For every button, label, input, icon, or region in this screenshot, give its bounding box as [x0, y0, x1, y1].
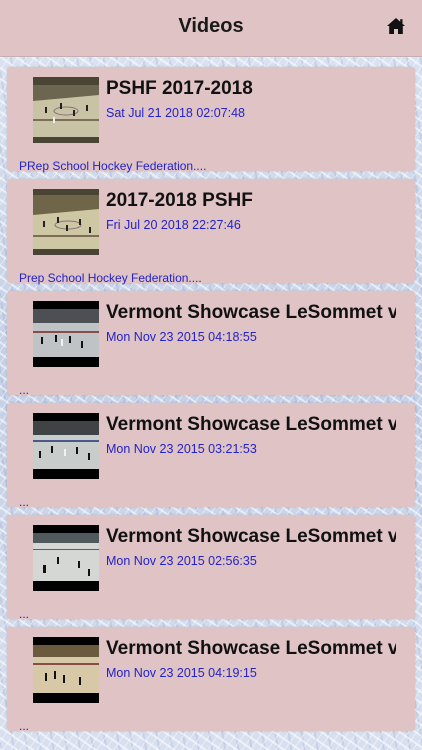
video-description: ...: [19, 383, 30, 397]
video-list-item[interactable]: Vermont Showcase LeSommet v Mon Nov 23 2…: [7, 627, 415, 733]
video-date: Mon Nov 23 2015 04:19:15: [106, 666, 257, 680]
home-icon: [387, 18, 405, 34]
video-title: Vermont Showcase LeSommet v: [106, 638, 396, 659]
video-thumbnail[interactable]: [33, 301, 99, 367]
video-date: Fri Jul 20 2018 22:27:46: [106, 218, 241, 232]
nav-bar: Videos: [0, 0, 422, 57]
video-description: ...: [19, 607, 30, 621]
video-list-item[interactable]: Vermont Showcase LeSommet v Mon Nov 23 2…: [7, 515, 415, 621]
home-button[interactable]: [386, 17, 406, 35]
video-list-item[interactable]: Vermont Showcase LeSommet v Mon Nov 23 2…: [7, 403, 415, 509]
video-date: Mon Nov 23 2015 02:56:35: [106, 554, 257, 568]
page-title: Videos: [178, 15, 244, 37]
video-thumbnail[interactable]: [33, 77, 99, 143]
video-list-item[interactable]: Vermont Showcase LeSommet v Mon Nov 23 2…: [7, 291, 415, 397]
video-title: Vermont Showcase LeSommet v: [106, 414, 396, 435]
video-date: Mon Nov 23 2015 04:18:55: [106, 330, 257, 344]
video-description: ...: [19, 719, 30, 733]
video-title: PSHF 2017-2018: [106, 78, 253, 99]
video-title: Vermont Showcase LeSommet v: [106, 302, 396, 323]
video-description: PRep School Hockey Federation....: [19, 159, 207, 173]
video-description: Prep School Hockey Federation....: [19, 271, 202, 285]
video-thumbnail[interactable]: [33, 413, 99, 479]
video-date: Sat Jul 21 2018 02:07:48: [106, 106, 246, 120]
video-title: 2017-2018 PSHF: [106, 190, 253, 211]
video-thumbnail[interactable]: [33, 189, 99, 255]
video-thumbnail[interactable]: [33, 525, 99, 591]
video-list-item[interactable]: 2017-2018 PSHF Fri Jul 20 2018 22:27:46 …: [7, 179, 415, 285]
video-title: Vermont Showcase LeSommet v: [106, 526, 396, 547]
video-description: ...: [19, 495, 30, 509]
video-list-item[interactable]: PSHF 2017-2018 Sat Jul 21 2018 02:07:48 …: [7, 67, 415, 173]
video-date: Mon Nov 23 2015 03:21:53: [106, 442, 257, 456]
video-thumbnail[interactable]: [33, 637, 99, 703]
